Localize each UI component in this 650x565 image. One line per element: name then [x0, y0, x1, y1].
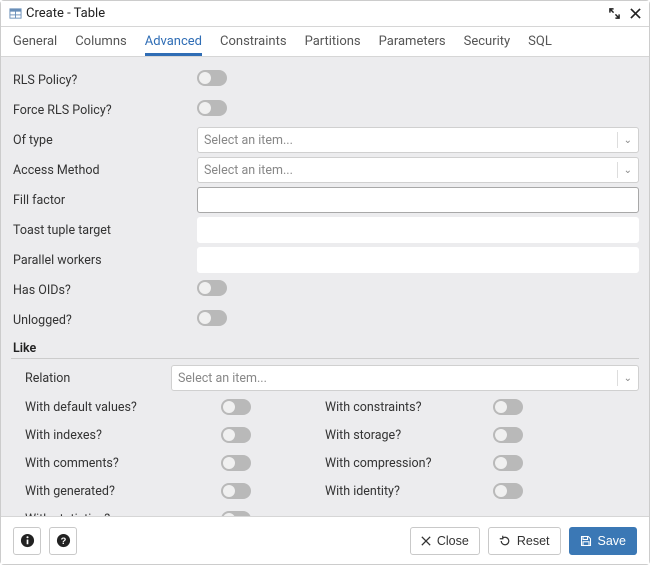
with-compression-label: With compression?	[325, 456, 493, 471]
expand-icon[interactable]	[609, 6, 620, 21]
with-storage-label: With storage?	[325, 428, 493, 443]
tab-general[interactable]: General	[13, 27, 57, 56]
parallel-workers-input[interactable]	[197, 247, 639, 273]
tab-security[interactable]: Security	[464, 27, 511, 56]
with-identity-toggle[interactable]	[493, 483, 523, 499]
has-oids-toggle[interactable]	[197, 280, 227, 296]
chevron-down-icon: ⌄	[624, 373, 632, 384]
of-type-select[interactable]: Select an item... ⌄	[197, 127, 639, 153]
save-label: Save	[598, 534, 627, 548]
access-method-placeholder: Select an item...	[204, 163, 611, 178]
with-identity-label: With identity?	[325, 484, 493, 499]
reset-label: Reset	[517, 534, 550, 548]
tab-partitions[interactable]: Partitions	[305, 27, 361, 56]
tab-sql[interactable]: SQL	[528, 27, 552, 56]
tab-bar: General Columns Advanced Constraints Par…	[1, 27, 649, 57]
help-button[interactable]: ?	[49, 527, 77, 555]
with-constraints-toggle[interactable]	[493, 399, 523, 415]
svg-text:?: ?	[60, 536, 66, 546]
with-statistics-toggle[interactable]	[221, 511, 251, 516]
unlogged-label: Unlogged?	[11, 313, 197, 328]
fill-factor-label: Fill factor	[11, 193, 197, 208]
relation-select[interactable]: Select an item... ⌄	[171, 365, 639, 391]
title-bar: Create - Table	[1, 1, 649, 27]
with-storage-toggle[interactable]	[493, 427, 523, 443]
force-rls-policy-toggle[interactable]	[197, 100, 227, 116]
of-type-placeholder: Select an item...	[204, 133, 611, 148]
reset-button[interactable]: Reset	[488, 527, 561, 555]
fill-factor-input[interactable]	[197, 187, 639, 213]
tab-columns[interactable]: Columns	[75, 27, 127, 56]
with-generated-toggle[interactable]	[221, 483, 251, 499]
close-button[interactable]: Close	[410, 527, 480, 555]
save-icon	[580, 535, 592, 547]
access-method-select[interactable]: Select an item... ⌄	[197, 157, 639, 183]
with-compression-toggle[interactable]	[493, 455, 523, 471]
with-indexes-toggle[interactable]	[221, 427, 251, 443]
with-default-values-label: With default values?	[11, 400, 221, 415]
of-type-label: Of type	[11, 133, 197, 148]
with-indexes-label: With indexes?	[11, 428, 221, 443]
with-default-values-toggle[interactable]	[221, 399, 251, 415]
with-comments-label: With comments?	[11, 456, 221, 471]
tab-parameters[interactable]: Parameters	[379, 27, 446, 56]
unlogged-toggle[interactable]	[197, 310, 227, 326]
close-icon	[421, 536, 431, 546]
toast-tuple-target-input[interactable]	[197, 217, 639, 243]
reset-icon	[499, 535, 511, 547]
relation-placeholder: Select an item...	[178, 371, 611, 386]
access-method-label: Access Method	[11, 163, 197, 178]
chevron-down-icon: ⌄	[624, 165, 632, 176]
table-icon	[9, 7, 22, 20]
relation-label: Relation	[11, 371, 171, 386]
info-button[interactable]	[13, 527, 41, 555]
close-icon[interactable]	[630, 6, 641, 21]
has-oids-label: Has OIDs?	[11, 283, 197, 298]
with-comments-toggle[interactable]	[221, 455, 251, 471]
rls-policy-toggle[interactable]	[197, 70, 227, 86]
toast-tuple-target-label: Toast tuple target	[11, 223, 197, 238]
force-rls-policy-label: Force RLS Policy?	[11, 103, 197, 118]
with-constraints-label: With constraints?	[325, 400, 493, 415]
tab-constraints[interactable]: Constraints	[220, 27, 287, 56]
with-generated-label: With generated?	[11, 484, 221, 499]
tab-advanced[interactable]: Advanced	[145, 27, 202, 56]
like-section-header: Like	[11, 337, 639, 359]
chevron-down-icon: ⌄	[624, 135, 632, 146]
footer: ? Close Reset Save	[1, 516, 649, 564]
save-button[interactable]: Save	[569, 527, 638, 555]
rls-policy-label: RLS Policy?	[11, 73, 197, 88]
close-label: Close	[437, 534, 469, 548]
window-title: Create - Table	[26, 6, 609, 21]
parallel-workers-label: Parallel workers	[11, 253, 197, 268]
form-body: RLS Policy? Force RLS Policy? Of type Se…	[1, 57, 649, 516]
